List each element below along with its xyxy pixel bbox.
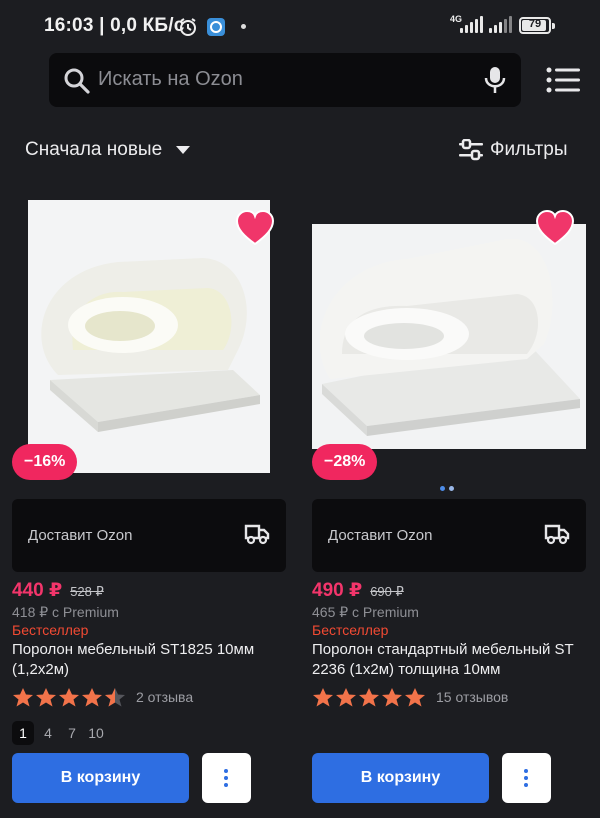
price: 440 ₽	[12, 580, 63, 601]
foam-roll-image	[28, 200, 270, 473]
search-bar[interactable]: Искать на Ozon	[49, 53, 521, 107]
sort-label: Сначала новые	[25, 139, 163, 160]
star-icon	[59, 688, 79, 707]
more-options-button[interactable]	[502, 753, 551, 803]
product-photo[interactable]	[312, 224, 586, 449]
add-to-cart-button[interactable]: В корзину	[312, 753, 489, 803]
favorite-heart-icon[interactable]	[236, 210, 274, 246]
star-icon	[359, 688, 379, 707]
star-icon	[382, 688, 402, 707]
search-icon	[64, 68, 90, 94]
rating-stars	[312, 687, 426, 707]
bestseller-badge: Бестселлер	[312, 622, 389, 638]
star-icon	[313, 688, 333, 707]
list-menu-icon	[546, 67, 580, 93]
menu-button[interactable]	[546, 66, 580, 94]
add-to-cart-button[interactable]: В корзину	[12, 753, 189, 803]
delivery-banner: Доставит Ozon	[312, 499, 586, 572]
microphone-icon[interactable]	[483, 65, 507, 95]
kebab-icon	[224, 769, 229, 790]
sort-dropdown[interactable]: Сначала новые	[25, 139, 191, 161]
favorite-heart-icon[interactable]	[536, 210, 574, 246]
status-time: 16:03 | 0,0 КБ/с	[44, 15, 185, 36]
image-dots-indicator	[440, 486, 454, 491]
rating[interactable]: 2 отзыва	[12, 687, 193, 707]
notification-dot	[241, 24, 246, 29]
star-icon	[82, 688, 102, 707]
page-1[interactable]: 1	[12, 721, 34, 745]
page-7[interactable]: 7	[60, 721, 84, 745]
delivery-banner: Доставит Ozon	[12, 499, 286, 572]
search-input[interactable]: Искать на Ozon	[98, 68, 243, 91]
price-row: 490 ₽ 690 ₽	[312, 579, 404, 602]
alarm-icon	[180, 18, 196, 36]
price: 490 ₽	[312, 580, 363, 601]
reviews-count: 2 отзыва	[136, 689, 194, 705]
half-star-icon	[105, 688, 125, 707]
star-icon	[36, 688, 56, 707]
star-icon	[13, 688, 33, 707]
page-4[interactable]: 4	[36, 721, 60, 745]
clock-text: 16:03	[44, 15, 94, 36]
app-notification-icon	[207, 18, 225, 36]
product-image-area[interactable]: −16%	[12, 196, 288, 486]
sliders-icon	[459, 139, 483, 161]
battery-icon: 79	[519, 17, 555, 34]
image-pager[interactable]: 1 4 7 10	[12, 721, 108, 745]
delivery-label: Доставит Ozon	[28, 527, 133, 544]
reviews-count: 15 отзывов	[436, 689, 509, 705]
truck-icon	[244, 524, 270, 545]
delivery-label: Доставит Ozon	[328, 527, 433, 544]
product-title[interactable]: Поролон стандартный мебельный ST 2236 (1…	[312, 640, 588, 680]
rating-stars	[12, 687, 126, 707]
signal-icon	[460, 16, 483, 33]
old-price: 528 ₽	[70, 584, 104, 599]
filters-label: Фильтры	[490, 139, 568, 160]
caret-down-icon	[176, 146, 191, 154]
data-rate-text: 0,0 КБ/с	[110, 15, 185, 36]
foam-roll-image	[312, 224, 586, 449]
product-title[interactable]: Поролон мебельный ST1825 10мм (1,2х2м)	[12, 640, 288, 680]
premium-price: 418 ₽ с Premium	[12, 604, 119, 620]
premium-price: 465 ₽ с Premium	[312, 604, 419, 620]
price-row: 440 ₽ 528 ₽	[12, 579, 104, 602]
signal-icon-2	[489, 16, 512, 33]
bestseller-badge: Бестселлер	[12, 622, 89, 638]
kebab-icon	[524, 769, 529, 790]
star-icon	[336, 688, 356, 707]
rating[interactable]: 15 отзывов	[312, 687, 508, 707]
discount-badge: −28%	[312, 444, 378, 480]
more-options-button[interactable]	[202, 753, 251, 803]
status-bar: 16:03 | 0,0 КБ/с 4G 79	[0, 0, 600, 52]
product-image-area[interactable]: −28%	[312, 196, 588, 491]
filters-button[interactable]: Фильтры	[458, 139, 567, 161]
star-icon	[405, 688, 425, 707]
old-price: 690 ₽	[370, 584, 404, 599]
battery-level: 79	[528, 18, 542, 30]
page-10[interactable]: 10	[84, 721, 108, 745]
product-photo[interactable]	[28, 200, 270, 473]
truck-icon	[544, 524, 570, 545]
discount-badge: −16%	[12, 444, 78, 480]
